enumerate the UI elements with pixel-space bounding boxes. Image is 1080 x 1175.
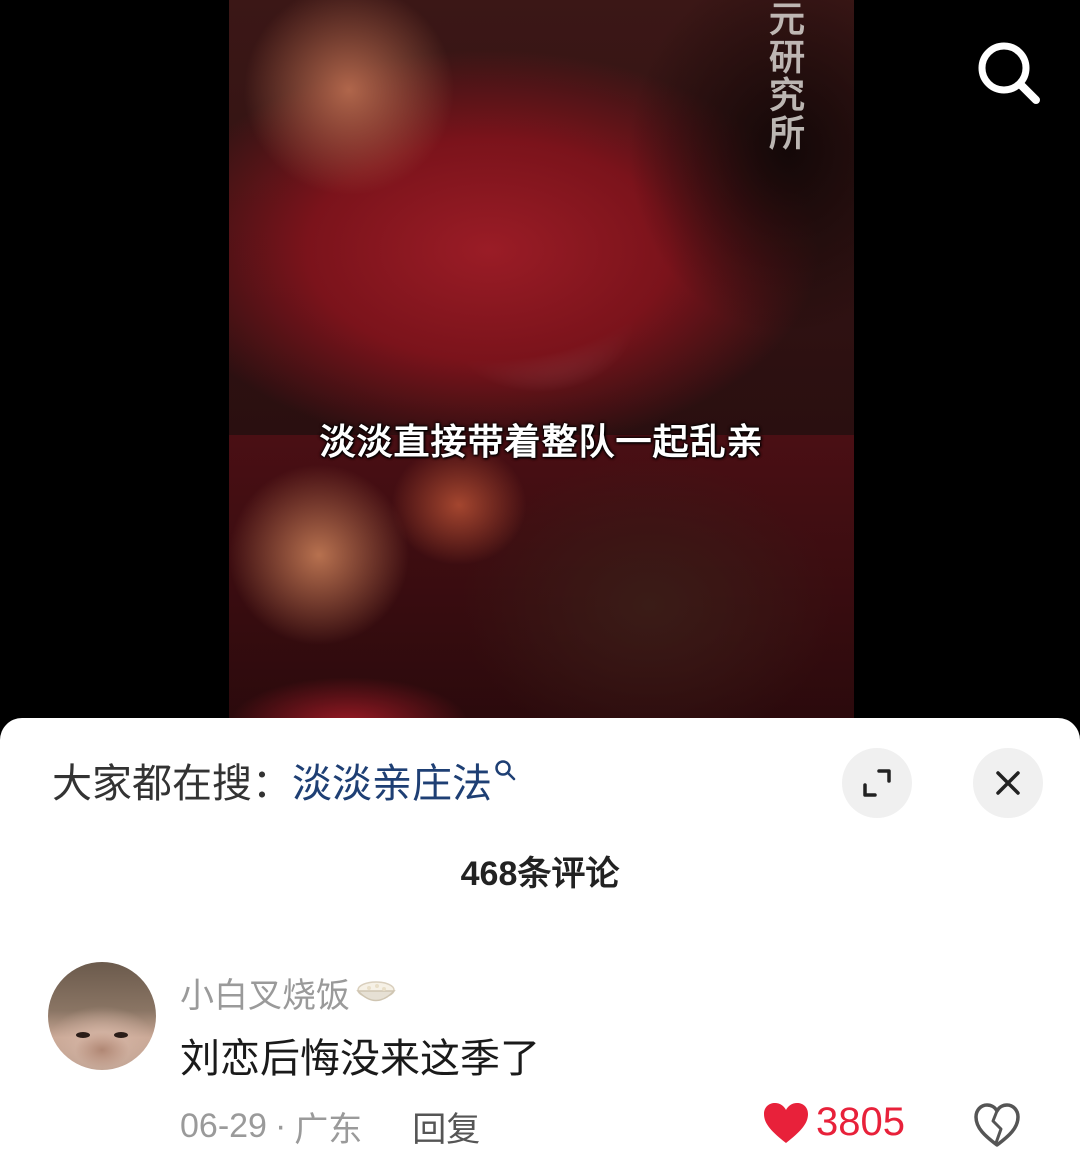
comment-meta: 06-29 · 广东 回复 (180, 1102, 480, 1151)
avatar-eye-right (114, 1032, 128, 1038)
close-button[interactable] (973, 748, 1043, 818)
search-icon (978, 42, 1040, 104)
video-watermark: 元研究所 (763, 0, 805, 152)
avatar[interactable] (48, 962, 156, 1070)
heart-icon (764, 1102, 808, 1143)
comment-date: 06-29 (180, 1107, 267, 1145)
comment-username[interactable]: 小白叉烧饭 (180, 968, 398, 1017)
comment-text: 刘恋后悔没来这季了 (180, 1037, 540, 1081)
expand-button[interactable] (842, 748, 912, 818)
like-button[interactable]: 3805 (762, 1100, 905, 1145)
close-icon (996, 771, 1020, 795)
hot-search-prefix: 大家都在搜： (52, 762, 292, 806)
comment-screen: 元研究所 淡淡直接带着整队一起乱亲 大家都在搜： 淡淡亲庄法 468条评论 小白… (0, 0, 1080, 1175)
like-count: 3805 (816, 1100, 905, 1144)
video-scene-bottom (229, 435, 854, 730)
hot-search-term[interactable]: 淡淡亲庄法 (292, 758, 492, 810)
expand-icon (863, 769, 891, 797)
comment-count: 468条评论 (460, 855, 620, 893)
comment-location: 广东 (294, 1111, 363, 1149)
video-subtitle: 淡淡直接带着整队一起乱亲 (319, 421, 764, 462)
video-player[interactable]: 元研究所 淡淡直接带着整队一起乱亲 (0, 0, 1080, 730)
dislike-button[interactable] (972, 1102, 1022, 1152)
meta-separator: · (274, 1107, 287, 1145)
username-text: 小白叉烧饭 (180, 977, 350, 1015)
hot-search-bar: 大家都在搜： 淡淡亲庄法 (52, 758, 516, 810)
dislike-icon (974, 1103, 1020, 1147)
comment-sheet: 大家都在搜： 淡淡亲庄法 468条评论 小白叉烧饭 刘恋后悔没来这季了 06-2… (0, 718, 1080, 1175)
reply-button[interactable]: 回复 (412, 1102, 480, 1151)
hot-search-icon (495, 760, 516, 781)
comment-item: 小白叉烧饭 刘恋后悔没来这季了 06-29 · 广东 回复 3805 (0, 962, 1080, 1175)
search-button[interactable] (972, 36, 1044, 108)
avatar-eye-left (76, 1032, 90, 1038)
rice-bowl-icon (356, 980, 396, 1001)
